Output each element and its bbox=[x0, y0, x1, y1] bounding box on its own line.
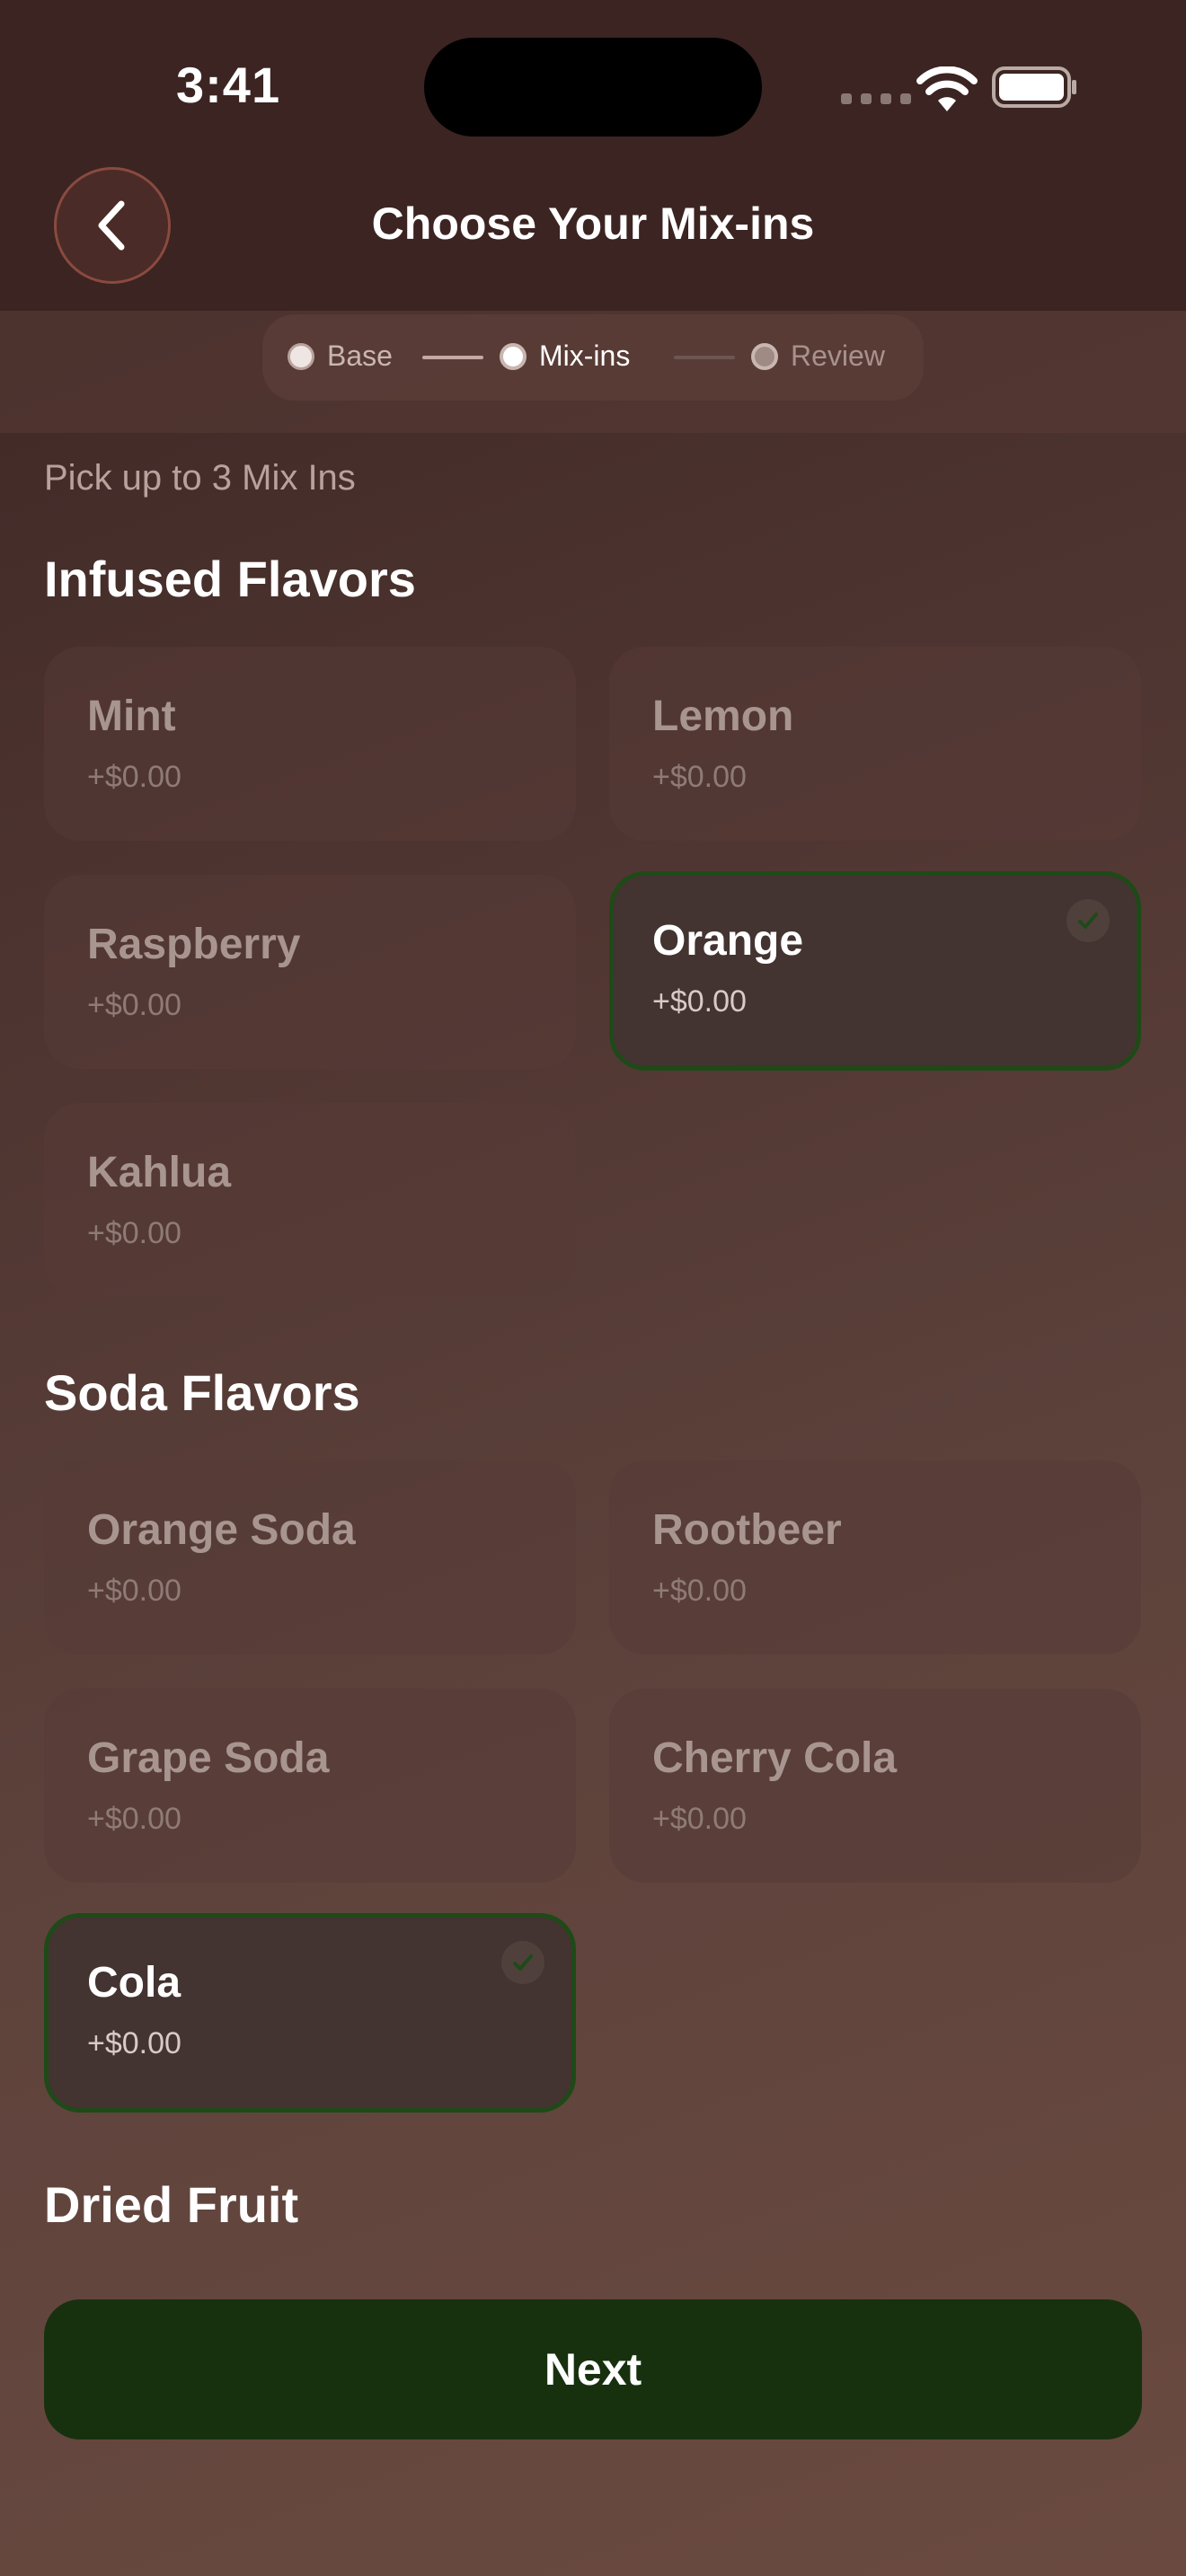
step-dot bbox=[500, 342, 527, 370]
status-bar: 3:41 bbox=[0, 0, 1186, 171]
step-dot bbox=[751, 342, 778, 370]
option-card-kahlua[interactable]: Kahlua +$0.00 bbox=[44, 1103, 576, 1297]
step-dot bbox=[288, 342, 314, 370]
option-card-cola[interactable]: Cola +$0.00 bbox=[44, 1913, 576, 2113]
option-price: +$0.00 bbox=[87, 1216, 181, 1250]
page-title: Choose Your Mix-ins bbox=[371, 198, 815, 249]
option-card-raspberry[interactable]: Raspberry +$0.00 bbox=[44, 875, 576, 1069]
step-base: Base bbox=[288, 340, 393, 373]
step-label: Review bbox=[791, 340, 885, 372]
option-name: Cherry Cola bbox=[652, 1734, 898, 1782]
option-card-rootbeer[interactable]: Rootbeer +$0.00 bbox=[609, 1460, 1141, 1654]
next-button[interactable]: Next bbox=[44, 2299, 1142, 2439]
step-review: Review bbox=[751, 340, 885, 373]
option-card-orange-soda[interactable]: Orange Soda +$0.00 bbox=[44, 1460, 576, 1654]
option-card-lemon[interactable]: Lemon +$0.00 bbox=[609, 647, 1141, 841]
step-connector bbox=[422, 356, 483, 359]
option-name: Lemon bbox=[652, 693, 794, 740]
option-name: Grape Soda bbox=[87, 1734, 330, 1782]
step-connector bbox=[674, 356, 735, 359]
dynamic-island bbox=[424, 38, 762, 137]
option-price: +$0.00 bbox=[652, 1802, 747, 1836]
progress-stepper: Base Mix-ins Review bbox=[262, 314, 924, 401]
step-mixins: Mix-ins bbox=[500, 340, 630, 373]
option-price: +$0.00 bbox=[87, 1802, 181, 1836]
section-title-dried-fruit: Dried Fruit bbox=[44, 2176, 299, 2233]
option-price: +$0.00 bbox=[87, 988, 181, 1022]
option-price: +$0.00 bbox=[87, 2026, 181, 2060]
option-card-grape-soda[interactable]: Grape Soda +$0.00 bbox=[44, 1689, 576, 1883]
option-name: Orange bbox=[652, 917, 804, 965]
section-title-infused-flavors: Infused Flavors bbox=[44, 551, 416, 607]
option-name: Raspberry bbox=[87, 921, 301, 968]
step-label: Base bbox=[327, 340, 393, 372]
option-card-mint[interactable]: Mint +$0.00 bbox=[44, 647, 576, 841]
option-price: +$0.00 bbox=[652, 984, 747, 1019]
checkmark-icon bbox=[501, 1941, 544, 1984]
wifi-icon bbox=[916, 66, 978, 111]
option-price: +$0.00 bbox=[652, 1574, 747, 1608]
option-name: Cola bbox=[87, 1959, 181, 2007]
battery-icon bbox=[992, 66, 1076, 108]
option-name: Kahlua bbox=[87, 1149, 232, 1196]
option-price: +$0.00 bbox=[652, 760, 747, 794]
option-card-cherry-cola[interactable]: Cherry Cola +$0.00 bbox=[609, 1689, 1141, 1883]
option-price: +$0.00 bbox=[87, 760, 181, 794]
section-title-soda-flavors: Soda Flavors bbox=[44, 1364, 360, 1421]
option-card-orange[interactable]: Orange +$0.00 bbox=[609, 871, 1141, 1071]
option-price: +$0.00 bbox=[87, 1574, 181, 1608]
option-name: Mint bbox=[87, 693, 176, 740]
instruction-text: Pick up to 3 Mix Ins bbox=[44, 458, 356, 498]
status-time: 3:41 bbox=[176, 57, 281, 113]
option-name: Orange Soda bbox=[87, 1506, 356, 1554]
step-label: Mix-ins bbox=[539, 340, 631, 372]
option-name: Rootbeer bbox=[652, 1506, 842, 1554]
cellular-signal-icon bbox=[841, 93, 911, 104]
checkmark-icon bbox=[1067, 899, 1110, 942]
